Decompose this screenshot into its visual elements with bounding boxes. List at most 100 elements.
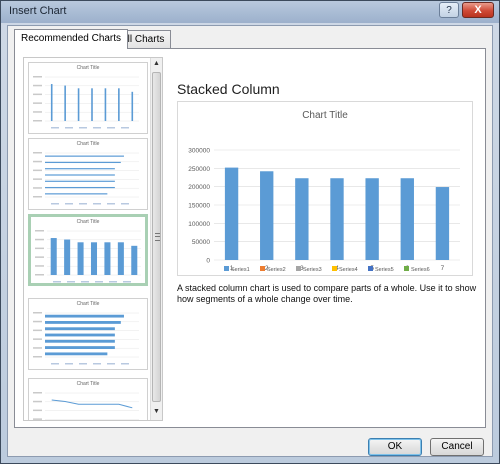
thumb-bar	[118, 88, 120, 121]
thumbnail-scrollbar[interactable]: ▲ ▼	[150, 58, 162, 420]
cancel-button[interactable]: Cancel	[430, 438, 484, 456]
chart-thumbnail-clustered-column-thin[interactable]: Chart Title	[28, 62, 148, 134]
thumb-bar	[45, 174, 115, 176]
thumb-bar	[45, 186, 115, 189]
thumb-bar	[77, 88, 80, 121]
title-bar[interactable]: Insert Chart ? X	[1, 1, 499, 23]
thumb-axis-tick	[33, 152, 42, 154]
thumb-axis-tick	[33, 196, 42, 198]
thumb-bar	[45, 161, 121, 164]
scroll-down-icon[interactable]: ▼	[151, 406, 162, 418]
dialog-title: Insert Chart	[9, 5, 67, 17]
x-tick-label: 7	[441, 265, 445, 272]
legend-swatch	[296, 266, 301, 271]
legend-label: Series6	[411, 267, 430, 273]
thumb-axis-tick	[33, 178, 42, 180]
close-button[interactable]: X	[462, 2, 494, 18]
chart-thumbnail-list: Chart Title Chart Title Chart Title Chart T…	[23, 57, 163, 421]
ok-button[interactable]: OK	[368, 438, 422, 456]
thumb-axis-tick	[33, 160, 42, 163]
thumb-legend	[81, 281, 89, 283]
legend-label: Series2	[267, 267, 286, 273]
help-button[interactable]: ?	[439, 2, 459, 18]
thumbnail-chart-icon	[35, 230, 141, 283]
thumb-legend	[65, 203, 73, 205]
chart-thumbnail-bar[interactable]: Chart Title	[28, 298, 148, 370]
thumb-line	[51, 399, 133, 409]
thumb-axis-tick	[35, 238, 44, 241]
thumb-bar	[45, 346, 115, 349]
thumb-bar	[45, 339, 115, 343]
thumb-axis-tick	[33, 320, 42, 323]
chart-thumbnail-stacked-column[interactable]: Chart Title	[28, 214, 148, 286]
thumb-bar	[45, 168, 115, 170]
y-tick-label: 0	[206, 258, 210, 265]
bar-series1	[400, 178, 414, 260]
thumb-axis-tick	[33, 169, 42, 172]
thumb-legend	[65, 127, 73, 129]
watermark-logo: PConline	[404, 412, 474, 429]
legend-swatch	[368, 266, 373, 271]
scroll-up-icon[interactable]: ▲	[151, 58, 162, 70]
thumb-axis-tick	[33, 347, 42, 349]
thumb-bar	[45, 327, 115, 331]
chart-description: A stacked column chart is used to compar…	[177, 283, 477, 304]
tab-panel: Chart Title Chart Title Chart Title Chart T…	[14, 48, 486, 428]
thumb-bar	[45, 155, 124, 157]
thumb-legend	[107, 363, 115, 365]
thumb-bar	[131, 245, 138, 275]
thumb-bar	[50, 238, 57, 275]
legend-label: Series3	[303, 267, 322, 273]
thumb-legend	[93, 127, 101, 129]
thumb-bar	[104, 88, 107, 121]
thumb-bar	[117, 242, 124, 275]
thumb-legend	[93, 363, 101, 365]
thumb-bar	[64, 239, 71, 275]
legend-swatch	[332, 266, 337, 271]
thumb-legend	[107, 127, 115, 129]
scrollbar-thumb[interactable]	[152, 72, 161, 402]
thumb-axis-tick	[33, 120, 42, 122]
thumb-axis-tick	[33, 93, 42, 96]
y-tick-label: 200000	[188, 184, 210, 191]
thumb-axis-tick	[35, 265, 44, 267]
chart-thumbnail-line[interactable]: Chart Title	[28, 378, 148, 420]
dialog-body: Recommended Charts All Charts Chart Titl…	[7, 25, 493, 457]
thumb-axis-tick	[33, 400, 42, 403]
thumb-legend	[123, 281, 131, 283]
thumb-bar	[45, 333, 115, 337]
thumb-legend	[51, 363, 59, 365]
thumb-bar	[50, 84, 53, 121]
thumb-bar	[77, 242, 84, 275]
bar-series1	[224, 167, 239, 260]
thumb-axis-tick	[35, 274, 44, 276]
thumb-axis-tick	[33, 76, 42, 78]
thumb-legend	[51, 127, 59, 129]
legend-label: Series5	[375, 267, 394, 273]
thumb-legend	[121, 363, 129, 365]
chart-title: Chart Title	[302, 110, 348, 121]
thumb-bar	[64, 85, 66, 121]
thumb-axis-tick	[33, 356, 42, 358]
bar-series1	[330, 178, 344, 260]
preview-chart: Chart Title 0 50000 100000 150000 200000 25000…	[177, 101, 473, 276]
thumb-axis-tick	[33, 111, 42, 113]
thumb-legend	[67, 281, 75, 283]
bar-series1	[295, 178, 309, 260]
bar-series1	[260, 171, 274, 260]
legend-swatch	[224, 266, 229, 271]
thumb-legend	[121, 203, 129, 205]
y-tick-label: 150000	[188, 203, 210, 210]
thumb-legend	[107, 203, 115, 205]
y-tick-label: 300000	[188, 148, 210, 155]
thumb-legend	[53, 281, 61, 283]
thumb-bar	[104, 242, 111, 275]
thumb-axis-tick	[35, 247, 44, 250]
thumb-bar	[131, 91, 134, 121]
tab-recommended-charts[interactable]: Recommended Charts	[14, 29, 129, 49]
thumb-legend	[51, 203, 59, 205]
y-tick-label: 100000	[188, 221, 210, 228]
chart-thumbnail-bar-thin[interactable]: Chart Title	[28, 138, 148, 210]
thumb-axis-tick	[33, 392, 42, 394]
thumb-axis-tick	[35, 230, 44, 232]
